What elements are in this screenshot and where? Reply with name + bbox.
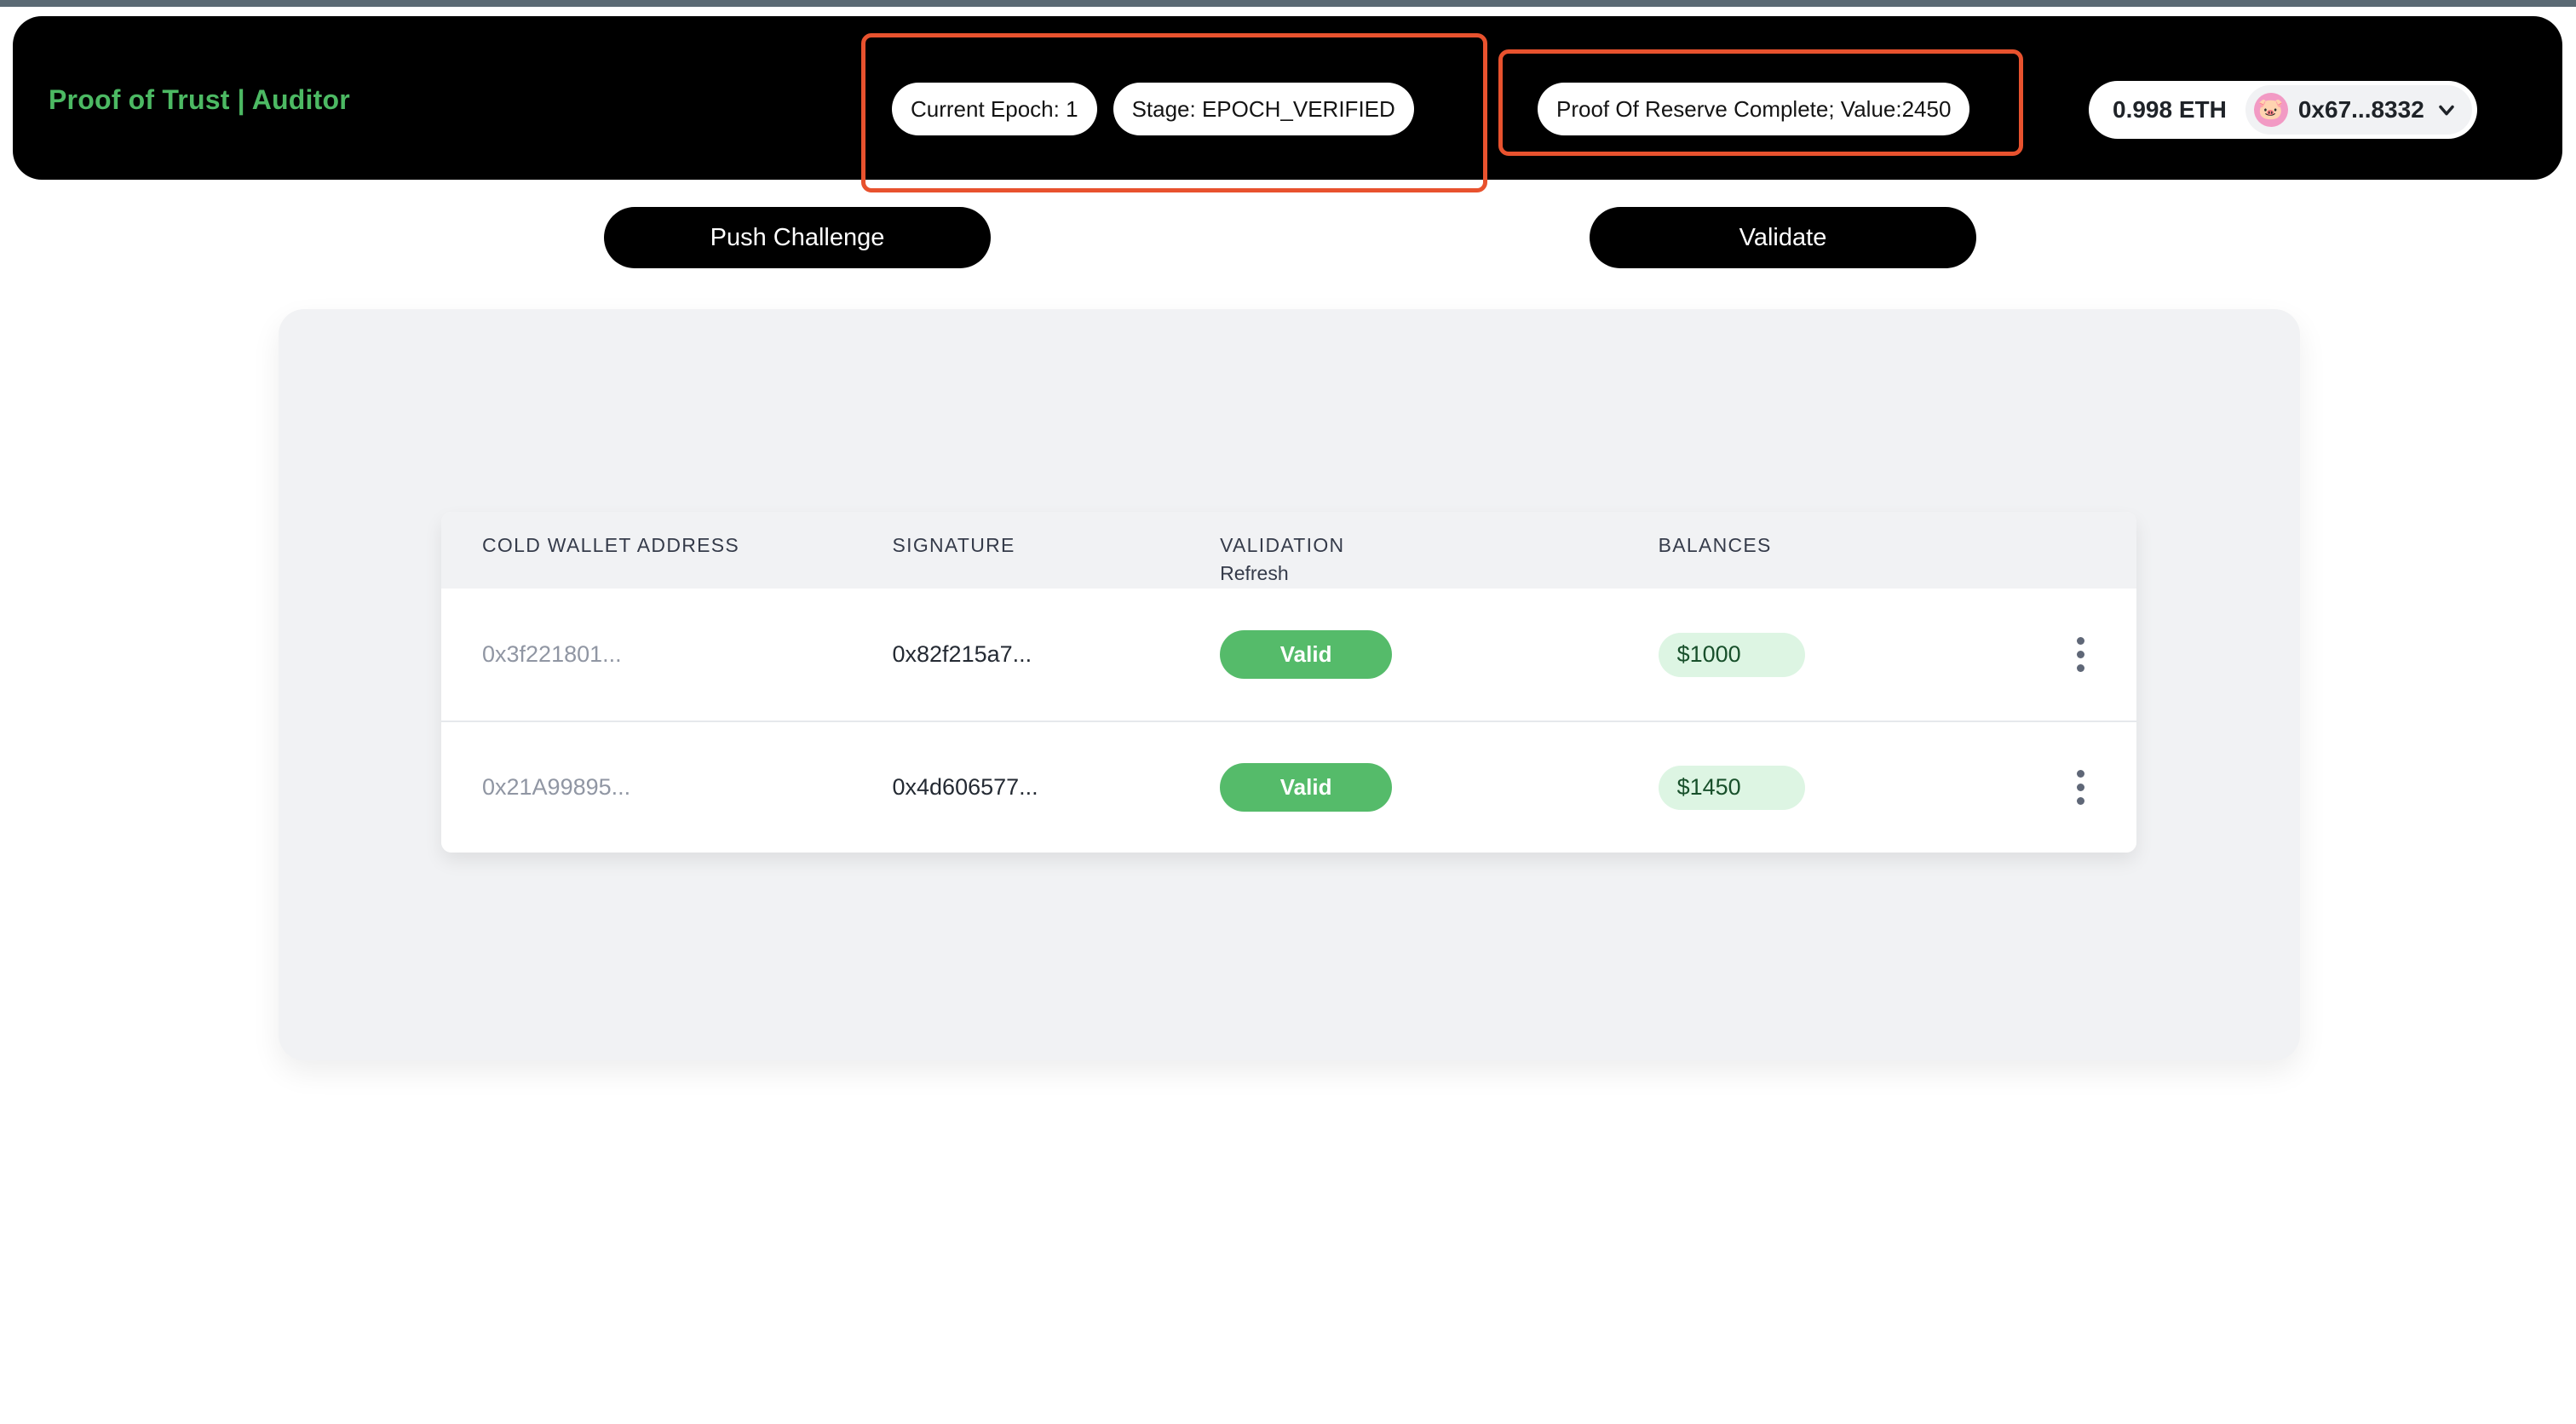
cell-actions (2024, 765, 2136, 810)
browser-chrome-strip (0, 0, 2576, 7)
cell-signature: 0x82f215a7... (893, 641, 1221, 668)
status-pill-group: Current Epoch: 1 Stage: EPOCH_VERIFIED (892, 83, 1414, 135)
column-header-label: BALANCES (1658, 534, 1772, 556)
brand-title: Proof of Trust | Auditor (49, 84, 350, 115)
wallet-account-chip[interactable]: 🐷 0x67...8332 (2245, 85, 2472, 135)
cold-wallet-address-value: 0x21A99895... (482, 774, 631, 800)
stage-pill: Stage: EPOCH_VERIFIED (1113, 83, 1414, 135)
kebab-menu-icon[interactable] (2072, 632, 2090, 677)
push-challenge-button[interactable]: Push Challenge (604, 207, 991, 268)
cold-wallet-table: COLD WALLET ADDRESS SIGNATURE VALIDATION… (441, 512, 2136, 853)
signature-value: 0x82f215a7... (892, 641, 1032, 667)
cell-validation: Valid (1220, 763, 1658, 812)
column-header-label: SIGNATURE (892, 534, 1015, 556)
app-header-bar: Proof of Trust | Auditor Current Epoch: … (13, 16, 2562, 180)
signature-value: 0x4d606577... (892, 774, 1038, 800)
cell-actions (2024, 632, 2136, 677)
wallet-address: 0x67...8332 (2297, 96, 2424, 123)
cell-balance: $1000 (1658, 632, 2025, 677)
column-header-label: COLD WALLET ADDRESS (482, 534, 740, 556)
wallet-widget[interactable]: 0.998 ETH 🐷 0x67...8332 (2089, 81, 2477, 139)
cell-signature: 0x4d606577... (893, 774, 1221, 801)
column-header-cold-wallet-address: COLD WALLET ADDRESS (441, 534, 893, 557)
table-row: 0x3f221801... 0x82f215a7... Valid $1000 (441, 589, 2136, 721)
cell-cold-wallet-address: 0x21A99895... (441, 774, 893, 801)
current-epoch-pill: Current Epoch: 1 (892, 83, 1097, 135)
chevron-down-icon[interactable] (2435, 98, 2458, 122)
validate-button[interactable]: Validate (1590, 207, 1976, 268)
pig-avatar-icon: 🐷 (2253, 93, 2288, 127)
cell-balance: $1450 (1658, 765, 2025, 810)
column-header-validation: VALIDATION Refresh (1220, 534, 1658, 585)
refresh-link[interactable]: Refresh (1220, 562, 1658, 585)
balance-badge: $1000 (1658, 632, 1805, 677)
column-header-signature: SIGNATURE (893, 534, 1221, 557)
kebab-menu-icon[interactable] (2072, 765, 2090, 810)
validation-status-badge[interactable]: Valid (1220, 630, 1393, 679)
column-header-balances: BALANCES (1659, 534, 2025, 557)
validation-status-badge[interactable]: Valid (1220, 763, 1393, 812)
reserve-status-wrapper: Proof Of Reserve Complete; Value:2450 (1538, 83, 1970, 135)
table-header-row: COLD WALLET ADDRESS SIGNATURE VALIDATION… (441, 512, 2136, 589)
balance-badge: $1450 (1658, 765, 1805, 810)
cold-wallet-address-value: 0x3f221801... (482, 641, 622, 667)
cell-validation: Valid (1220, 630, 1658, 679)
cell-cold-wallet-address: 0x3f221801... (441, 641, 893, 668)
table-row: 0x21A99895... 0x4d606577... Valid $1450 (441, 721, 2136, 853)
column-header-label: VALIDATION (1220, 534, 1345, 556)
wallet-balance: 0.998 ETH (2113, 96, 2227, 123)
proof-of-reserve-pill: Proof Of Reserve Complete; Value:2450 (1538, 83, 1970, 135)
